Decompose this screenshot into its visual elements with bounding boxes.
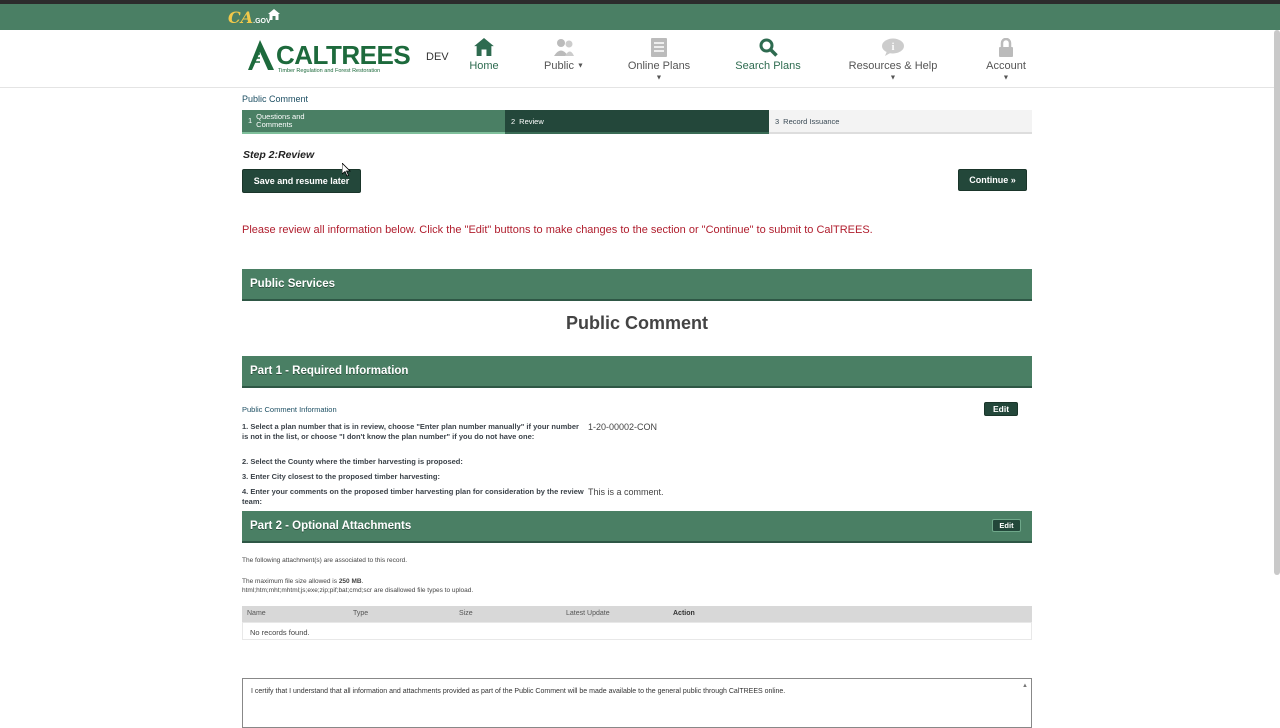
step-number: 3	[775, 116, 780, 126]
answer-comments: This is a comment.	[588, 487, 664, 497]
column-size[interactable]: Size	[459, 610, 473, 617]
chevron-down-icon: ▼	[1002, 74, 1010, 82]
step-record-issuance[interactable]: 3 Record Issuance	[769, 110, 1032, 134]
step-questions[interactable]: 1 Questions and Comments	[242, 110, 505, 134]
question-comments: 4. Enter your comments on the proposed t…	[242, 487, 584, 506]
brand-subtitle: Timber Regulation and Forest Restoration	[278, 68, 381, 74]
attachments-note: The following attachment(s) are associat…	[242, 557, 408, 564]
certification-box[interactable]: I certify that I understand that all inf…	[242, 678, 1032, 728]
public-services-header: Public Services	[242, 269, 1032, 301]
tree-logo-icon	[248, 40, 274, 70]
breadcrumb: Public Comment	[242, 94, 309, 104]
review-instructions: Please review all information below. Cli…	[242, 224, 873, 236]
top-bar: CA.GOV	[0, 0, 1280, 30]
form-title: Public Comment	[565, 313, 708, 333]
step-review[interactable]: 2 Review	[505, 110, 769, 134]
step-progress: 1 Questions and Comments 2 Review 3 Reco…	[242, 110, 1032, 134]
ca-logo-text: CA	[228, 8, 254, 27]
environment-label: DEV	[426, 51, 449, 63]
column-action: Action	[673, 610, 695, 617]
file-size-suffix: .	[361, 578, 364, 585]
home-icon	[466, 38, 502, 60]
site-header: CALTREES Timber Regulation and Forest Re…	[0, 30, 1280, 88]
part2-title: Part 2 - Optional Attachments	[250, 520, 412, 532]
question-city: 3. Enter City closest to the proposed ti…	[242, 472, 440, 481]
column-type[interactable]: Type	[353, 610, 368, 617]
continue-button[interactable]: Continue »	[958, 169, 1027, 191]
question-county: 2. Select the County where the timber ha…	[242, 457, 463, 466]
part1-edit-button[interactable]: Edit	[984, 402, 1018, 416]
document-icon	[624, 38, 694, 60]
scroll-up-icon[interactable]: ▲	[1022, 683, 1028, 689]
search-icon	[735, 38, 801, 60]
question-plan-number: 1. Select a plan number that is in revie…	[242, 422, 579, 441]
file-size-prefix: The maximum file size allowed is	[242, 578, 339, 585]
file-size-note: The maximum file size allowed is 250 MB.…	[242, 578, 473, 595]
step-number: 1	[248, 116, 253, 125]
chevron-down-icon: ▼	[889, 74, 897, 82]
no-records-text: No records found.	[250, 628, 310, 637]
brand-name: CALTREES	[276, 40, 411, 70]
info-icon: i	[845, 38, 941, 60]
nav-resources-label: Resources & Help	[848, 60, 938, 72]
public-services-title: Public Services	[250, 278, 336, 290]
chevron-down-icon: ▼	[577, 62, 584, 70]
nav-public-label: Public	[544, 60, 574, 72]
column-name[interactable]: Name	[247, 610, 266, 617]
step-number: 2	[511, 116, 516, 126]
svg-text:i: i	[892, 42, 895, 53]
step-title: Step 2:Review	[243, 149, 315, 161]
table-row: No records found.	[242, 622, 1032, 640]
nav-home[interactable]: Home	[466, 38, 502, 72]
attachments-table-header: Name Type Size Latest Update Action	[242, 606, 1032, 622]
part2-header: Part 2 - Optional Attachments	[242, 511, 1032, 543]
lock-icon	[982, 37, 1030, 60]
chevron-down-icon: ▼	[655, 74, 663, 82]
part1-header: Part 1 - Required Information	[242, 356, 1032, 388]
part1-title: Part 1 - Required Information	[250, 365, 409, 377]
nav-resources-help[interactable]: i Resources & Help ▼	[845, 38, 941, 84]
home-icon[interactable]	[268, 8, 280, 23]
disallowed-types: html;htm;mht;mhtml;js;exe;zip;pif;bat;cm…	[242, 586, 474, 594]
step-label: Review	[519, 116, 544, 126]
nav-online-plans[interactable]: Online Plans ▼	[624, 38, 694, 84]
nav-account[interactable]: Account ▼	[982, 37, 1030, 84]
nav-home-label: Home	[469, 60, 499, 72]
caltrees-logo[interactable]: CALTREES Timber Regulation and Forest Re…	[248, 40, 411, 76]
users-icon	[543, 38, 585, 60]
column-latest-update[interactable]: Latest Update	[566, 610, 610, 617]
certification-text: I certify that I understand that all inf…	[251, 688, 786, 695]
nav-search-plans[interactable]: Search Plans	[735, 38, 801, 72]
answer-plan-number: 1-20-00002-CON	[588, 422, 658, 432]
step-label: Record Issuance	[783, 116, 840, 126]
nav-search-plans-label: Search Plans	[735, 60, 801, 72]
ca-gov-logo[interactable]: CA.GOV	[228, 8, 271, 27]
nav-public[interactable]: Public ▼	[543, 38, 585, 72]
part2-edit-button[interactable]: Edit	[992, 519, 1021, 532]
nav-account-label: Account	[986, 60, 1026, 72]
step-label: Questions and Comments	[256, 112, 305, 129]
public-comment-info-label: Public Comment Information	[242, 405, 337, 414]
file-size-value: 250 MB	[338, 578, 362, 585]
nav-online-plans-label: Online Plans	[627, 60, 691, 72]
page-scrollbar[interactable]	[1274, 30, 1280, 575]
mouse-cursor-icon	[341, 162, 351, 180]
